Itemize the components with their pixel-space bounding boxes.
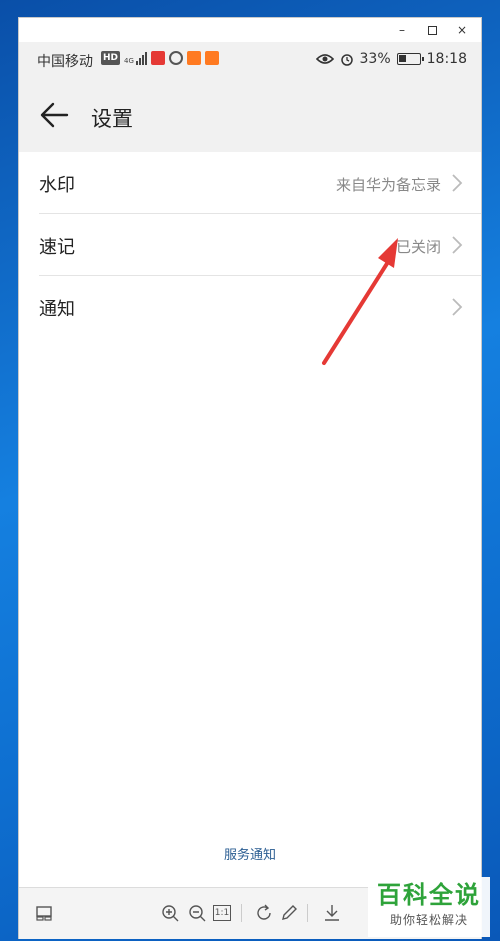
edit-pencil-icon[interactable] [278, 902, 300, 924]
download-icon[interactable] [321, 902, 343, 924]
app-orange-icon [186, 51, 201, 65]
row-value: 已关闭 [395, 238, 441, 256]
emulator-window: – × 中国移动 HD 4G 33% 18:18 设置 水印 来自华为备忘录 速… [18, 17, 482, 939]
battery-fill [398, 55, 406, 62]
maximize-icon [427, 26, 437, 35]
watermark-title: 百科全说 [377, 881, 481, 909]
settings-row-notification[interactable]: 通知 [39, 276, 481, 338]
alarm-icon [340, 54, 353, 66]
row-label: 通知 [39, 299, 75, 320]
watermark-logo: 百科全说 助你轻松解决 [368, 877, 490, 937]
status-icons-left: HD 4G [101, 51, 219, 65]
app-bar: 设置 [19, 78, 481, 152]
chevron-right-icon [452, 236, 463, 254]
zoom-out-icon[interactable] [186, 902, 208, 924]
chevron-right-icon [452, 174, 463, 192]
battery-percent: 33% [359, 51, 391, 67]
signal-icon: 4G [124, 51, 147, 65]
actual-size-button[interactable]: 1:1 [213, 905, 231, 921]
close-button[interactable]: × [447, 18, 477, 42]
settings-row-quick-note[interactable]: 速记 已关闭 [39, 214, 481, 276]
layout-icon[interactable] [33, 902, 55, 924]
status-bar: 中国移动 HD 4G 33% 18:18 [19, 42, 481, 78]
carrier-label: 中国移动 [37, 54, 93, 70]
status-icons-right: 33% 18:18 [315, 51, 467, 67]
page-title: 设置 [91, 107, 133, 131]
row-label: 速记 [39, 237, 75, 258]
app-orange-icon-2 [204, 51, 219, 65]
back-arrow-icon[interactable] [39, 100, 71, 130]
network-type-label: 4G [124, 57, 134, 65]
toolbar-divider [307, 904, 308, 922]
service-notice-link[interactable]: 服务通知 [19, 844, 481, 863]
app-notification-icon [150, 51, 165, 65]
row-label: 水印 [39, 175, 75, 196]
maximize-button[interactable] [417, 18, 447, 42]
zoom-in-icon[interactable] [159, 902, 181, 924]
hd-icon: HD [101, 51, 121, 65]
chevron-right-icon [452, 298, 463, 316]
row-value: 来自华为备忘录 [335, 176, 441, 194]
window-titlebar: – × [19, 18, 481, 42]
settings-list: 水印 来自华为备忘录 速记 已关闭 通知 [19, 152, 481, 338]
battery-icon [396, 53, 424, 65]
rotate-icon[interactable] [253, 902, 275, 924]
minimize-button[interactable]: – [387, 18, 417, 42]
sync-icon [168, 51, 183, 65]
settings-row-watermark[interactable]: 水印 来自华为备忘录 [39, 152, 481, 214]
clock: 18:18 [426, 51, 467, 67]
eye-comfort-icon [315, 54, 334, 64]
phone-screen: 中国移动 HD 4G 33% 18:18 设置 水印 来自华为备忘录 速记 已关… [19, 42, 481, 887]
toolbar-divider [241, 904, 242, 922]
watermark-subtitle: 助你轻松解决 [389, 913, 468, 927]
